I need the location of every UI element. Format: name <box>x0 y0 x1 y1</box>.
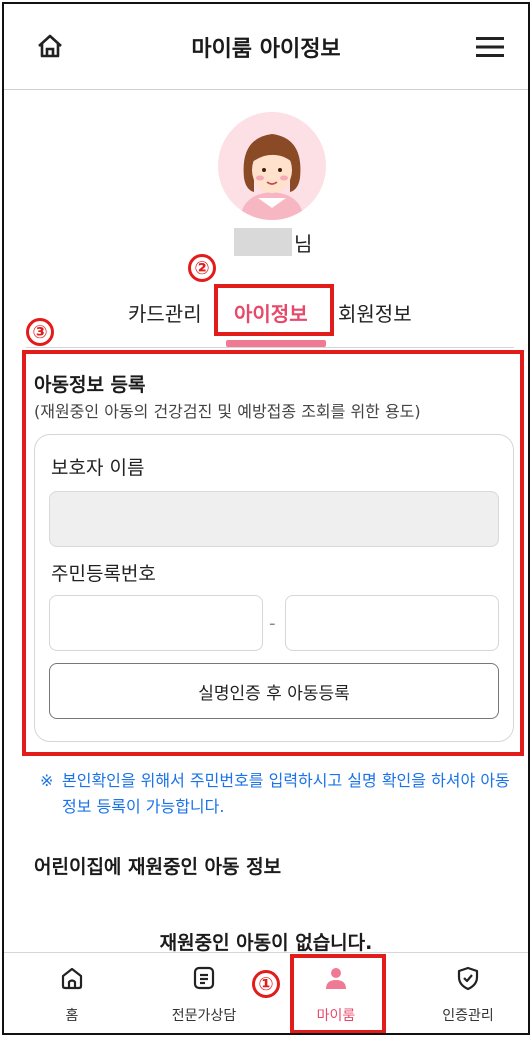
nav-item-consult[interactable]: 전문가상담 <box>138 953 270 1033</box>
enrolled-children-title: 어린이집에 재원중인 아동 정보 <box>34 856 282 878</box>
girl-avatar-icon <box>218 112 326 220</box>
rrn-separator: - <box>269 613 276 634</box>
nav-item-home[interactable]: 홈 <box>6 953 138 1033</box>
annotation-number-2: ② <box>188 254 216 282</box>
registration-subtitle: (재원중인 아동의 건강검진 및 예방접종 조회를 위한 용도) <box>34 402 421 421</box>
nav-item-certification[interactable]: 인증관리 <box>402 953 528 1033</box>
notice-mark: ※ <box>40 771 54 790</box>
annotation-box-child-tab <box>214 284 334 336</box>
annotation-box-myroom <box>290 954 386 1033</box>
nav-label-certification: 인증관리 <box>442 1008 494 1024</box>
rrn-back-field[interactable] <box>285 595 499 651</box>
nav-label-home: 홈 <box>65 1008 79 1024</box>
guardian-name-label: 보호자 이름 <box>51 457 145 479</box>
empty-state-message: 재원중인 아동이 없습니다. <box>159 932 373 954</box>
annotation-number-3: ③ <box>26 318 54 346</box>
name-suffix: 님 <box>294 232 313 256</box>
home-icon[interactable] <box>36 32 64 60</box>
hamburger-menu-icon[interactable] <box>476 36 504 58</box>
profile-avatar <box>218 112 326 220</box>
tab-member-info[interactable]: 회원정보 <box>338 298 412 327</box>
rrn-front-field[interactable] <box>49 595 263 651</box>
annotation-number-1: ① <box>252 970 280 998</box>
app-header: 마이룸 아이정보 <box>4 4 528 90</box>
app-frame: 마이룸 아이정보 님 카드관리 아이정보 회원정보 ② ③ 아동정보 등록 (재… <box>2 2 530 1035</box>
document-icon <box>193 966 215 990</box>
notice-text: 본인확인을 위해서 주민번호를 입력하시고 실명 확인을 하셔야 아동정보 등록… <box>62 771 510 816</box>
active-tab-indicator <box>226 340 326 347</box>
tab-card-management[interactable]: 카드관리 <box>128 298 202 327</box>
home-outline-icon <box>61 967 83 990</box>
registration-title: 아동정보 등록 <box>34 374 146 396</box>
shield-check-icon <box>457 966 479 991</box>
rrn-label: 주민등록번호 <box>51 563 156 585</box>
guardian-name-field[interactable] <box>49 491 499 547</box>
verify-and-register-button[interactable]: 실명인증 후 아동등록 <box>49 663 499 719</box>
nav-label-consult: 전문가상담 <box>171 1008 237 1024</box>
registration-card: 보호자 이름 주민등록번호 - 실명인증 후 아동등록 <box>34 434 514 742</box>
redacted-name <box>234 228 292 256</box>
page-title: 마이룸 아이정보 <box>191 36 341 62</box>
